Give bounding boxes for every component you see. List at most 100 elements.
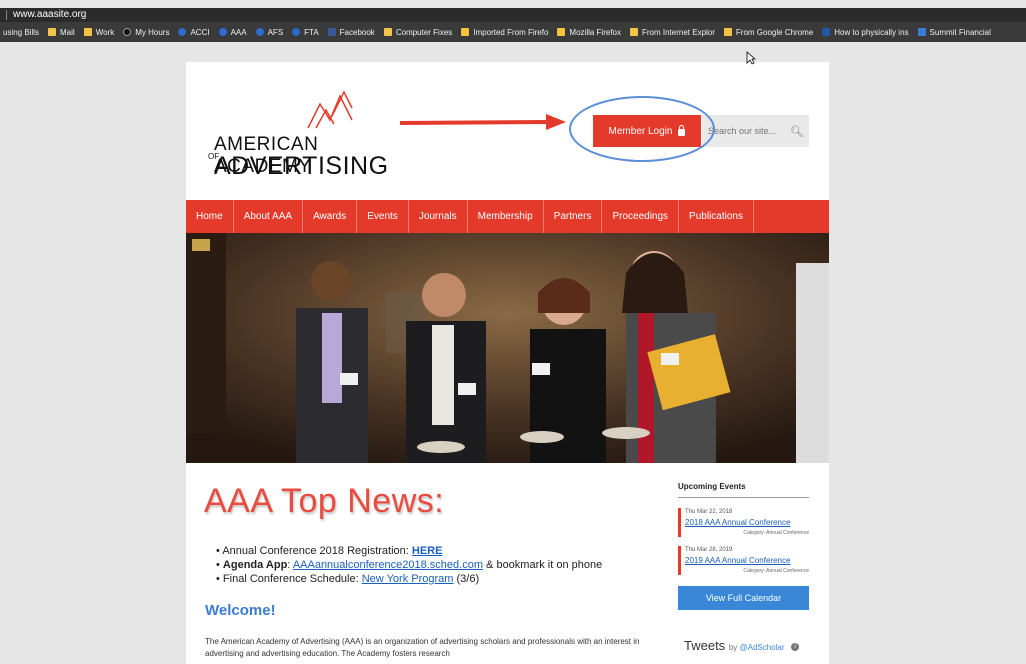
view-calendar-button[interactable]: View Full Calendar [678,586,809,610]
nav-item-journals[interactable]: Journals [409,200,468,233]
bookmark-item[interactable]: AAA [218,27,247,37]
website-page: AMERICAN ACADEMY OF ADVERTISING Member L… [186,62,829,664]
list-item: Agenda App: AAAannualconference2018.sche… [216,558,602,572]
bookmark-label: using Bills [3,27,40,37]
bookmark-item[interactable]: Facebook [327,27,375,37]
bookmarks-bar: using Bills Mail Work My Hours ACCI AAA AFS FTA… [0,22,1026,42]
nav-item-about-aaa[interactable]: About AAA [234,200,304,233]
bookmark-item[interactable]: Imported From Firefo [461,28,548,37]
main-nav: Home About AAA Awards Events Journals Members… [186,200,829,233]
bookmark-label: Summit Financial [929,27,991,37]
bookmark-label: AAA [230,27,247,37]
folder-icon [383,28,392,36]
url-text[interactable]: www.aaasite.org [13,8,86,22]
nav-item-partners[interactable]: Partners [544,200,603,233]
bookmark-item[interactable]: ACCI [178,27,210,37]
event-date: Thu Mar 28, 2019 [685,547,733,553]
nav-item-events[interactable]: Events [357,200,409,233]
bookmark-item[interactable]: Computer Fixes [383,27,453,37]
bookmark-label: ACCI [190,27,210,37]
member-login-label: Member Login [608,125,673,137]
bullet-tail: & bookmark it on phone [483,559,603,571]
bookmark-item[interactable]: Summit Financial [917,27,991,37]
bookmark-item[interactable]: From Google Chrome [723,27,814,37]
bookmark-item[interactable]: Work [83,28,114,37]
nav-item-home[interactable]: Home [186,200,234,233]
nav-item-awards[interactable]: Awards [303,200,358,233]
event-link[interactable]: 2019 AAA Annual Conference [685,555,809,567]
bookmark-item[interactable]: From Internet Explor [630,28,715,37]
member-login-button[interactable]: Member Login [593,115,701,147]
bullet-tail: (3/6) [453,573,480,585]
event-link[interactable]: 2018 AAA Annual Conference [685,517,809,529]
event-item: Thu Mar 22, 2018 2018 AAA Annual Confere… [678,508,809,537]
bullet-bold: Agenda App [222,559,288,571]
program-link[interactable]: New York Program [362,573,454,585]
registration-link[interactable]: HERE [412,545,443,557]
event-category: Category: Annual Conference [743,530,809,536]
list-item: Annual Conference 2018 Registration: HER… [216,544,602,558]
info-icon[interactable]: i [791,642,800,651]
intro-paragraph: The American Academy of Advertising (AAA… [205,637,640,658]
bookmark-label: From Google Chrome [735,27,814,37]
bookmark-item[interactable]: using Bills [3,28,39,37]
chart-icon [917,28,926,36]
nav-item-membership[interactable]: Membership [468,200,544,233]
logo-line-2: ADVERTISING [214,152,389,180]
search-icon[interactable]: 🔍︎ [790,125,804,138]
folder-icon [723,28,732,36]
bookmark-label: Facebook [339,27,375,37]
list-item: Final Conference Schedule: New York Prog… [216,572,602,586]
mouse-cursor-icon [746,51,756,65]
bookmark-item[interactable]: Mozilla Firefox [557,28,621,37]
tweets-by: by [728,643,740,652]
globe-icon [292,28,301,36]
bookmark-label: AFS [267,27,284,37]
ms-icon [822,28,831,36]
bookmark-label: How to physically ins [834,27,909,37]
folder-icon [83,28,92,36]
address-bar[interactable]: www.aaasite.org [0,8,1026,22]
bookmark-label: Imported From Firefo [473,27,549,37]
globe-icon [178,28,187,36]
hero-photo [186,233,829,463]
bookmark-item[interactable]: How to physically ins [822,27,909,37]
bookmark-label: FTA [304,27,319,37]
event-item: Thu Mar 28, 2019 2019 AAA Annual Confere… [678,546,809,575]
twitter-handle-link[interactable]: @AdScholar [739,643,784,652]
site-logo[interactable]: AMERICAN ACADEMY OF ADVERTISING [208,90,394,180]
bookmark-label: From Internet Explor [642,27,715,37]
event-category: Category: Annual Conference [743,568,809,574]
bullet-text: Annual Conference 2018 Registration: [222,545,412,557]
bookmark-item[interactable]: Mail [48,28,75,37]
globe-icon [218,28,227,36]
bookmark-label: Computer Fixes [395,27,453,37]
logo-triangles-icon [307,90,353,129]
bookmark-item[interactable]: My Hours [123,28,169,37]
hero-image [186,233,829,463]
bullet-text: Final Conference Schedule: [222,573,362,585]
folder-icon [630,28,638,36]
folder-icon [557,28,566,36]
tweets-label: Tweets [684,638,726,653]
bookmark-item[interactable]: FTA [292,28,319,37]
folder-icon [48,28,57,36]
bookmark-item[interactable]: AFS [255,27,284,37]
search-input[interactable] [708,126,786,136]
welcome-heading: Welcome! [205,602,276,619]
upcoming-events-heading: Upcoming Events [678,482,809,498]
tweets-heading: Tweets by @AdScholar i [684,638,800,653]
agenda-app-link[interactable]: AAAannualconference2018.sched.com [293,559,483,571]
facebook-icon [327,28,336,36]
folder-icon [461,28,470,36]
annotation-arrow-icon [399,114,566,130]
news-list: Annual Conference 2018 Registration: HER… [216,544,602,586]
news-title: AAA Top News: [204,482,445,520]
lock-icon [678,124,686,136]
nav-item-proceedings[interactable]: Proceedings [602,200,680,233]
event-date: Thu Mar 22, 2018 [685,509,733,515]
site-search[interactable]: 🔍︎ [702,115,809,147]
bookmark-label: Mozilla Firefox [569,27,621,37]
nav-item-publications[interactable]: Publications [679,200,754,233]
clock-icon [123,28,132,36]
